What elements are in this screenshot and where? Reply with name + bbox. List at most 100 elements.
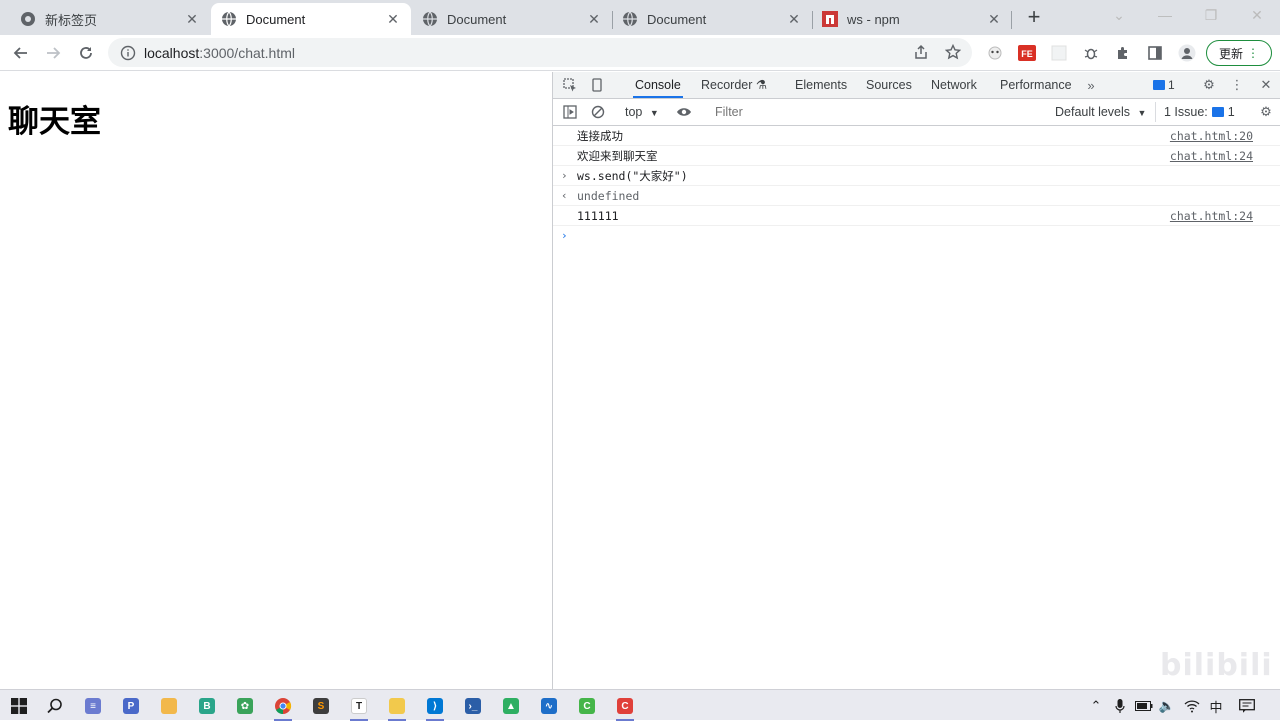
- dropdown-triangle-icon: ▼: [649, 108, 659, 118]
- console-row: ‹ undefined: [553, 186, 1280, 206]
- more-vertical-icon: ⋮: [1247, 46, 1259, 60]
- tab-network[interactable]: Network: [929, 72, 979, 98]
- issue-icon: [1211, 107, 1224, 117]
- close-icon[interactable]: ✕: [184, 11, 200, 27]
- windows-start-icon[interactable]: [6, 693, 32, 719]
- bookmark-star-icon[interactable]: [944, 43, 963, 62]
- volume-icon[interactable]: 🔈: [1158, 695, 1176, 717]
- wifi-icon[interactable]: [1182, 695, 1202, 717]
- app-folder-icon[interactable]: [156, 693, 182, 719]
- browser-tab-document[interactable]: Document ✕: [412, 3, 612, 35]
- back-arrow-icon[interactable]: [9, 41, 33, 65]
- taskview-icon[interactable]: ≡: [80, 693, 106, 719]
- search-icon[interactable]: [42, 693, 68, 719]
- log-levels-dropdown[interactable]: Default levels ▼: [1055, 103, 1146, 121]
- tab-console[interactable]: Console: [633, 72, 683, 98]
- update-label: 更新: [1218, 46, 1243, 61]
- source-link[interactable]: chat.html:24: [1170, 206, 1253, 226]
- update-button[interactable]: 更新 ⋮: [1206, 40, 1272, 66]
- more-tabs-chevron-icon[interactable]: »: [1082, 76, 1100, 94]
- powershell-icon[interactable]: ›_: [460, 693, 486, 719]
- close-icon[interactable]: ✕: [786, 11, 802, 27]
- issues-button[interactable]: 1 Issue: 1: [1155, 102, 1235, 122]
- browser-tab-newtab[interactable]: 新标签页 ✕: [10, 3, 210, 35]
- battery-icon[interactable]: [1134, 695, 1154, 717]
- tab-title: Document: [647, 11, 707, 27]
- console-filter-input[interactable]: [707, 102, 1045, 122]
- window-close-icon[interactable]: ✕: [1234, 0, 1280, 30]
- app-book-icon[interactable]: B: [194, 693, 220, 719]
- close-icon[interactable]: ✕: [586, 11, 602, 27]
- source-link[interactable]: chat.html:20: [1170, 126, 1253, 146]
- close-icon[interactable]: ✕: [986, 11, 1002, 27]
- browser-tab-document[interactable]: Document ✕: [612, 3, 812, 35]
- tab-title: 新标签页: [45, 12, 98, 28]
- windows-taskbar: ≡ P B ✿ S T ⟩ ›_ ▲ ∿ C C ⌃ 🔈 中: [0, 689, 1280, 721]
- minimize-icon[interactable]: —: [1142, 0, 1188, 30]
- info-icon[interactable]: [120, 45, 136, 61]
- file-explorer-icon[interactable]: [384, 693, 410, 721]
- extension-panda-icon[interactable]: [983, 41, 1007, 65]
- tab-search-chevron-icon[interactable]: ⌄: [1096, 0, 1142, 30]
- messages-badge[interactable]: 1: [1153, 76, 1175, 94]
- extension-fe-icon[interactable]: FE: [1015, 41, 1039, 65]
- chrome-taskbar-icon[interactable]: [270, 693, 296, 721]
- window-controls: ⌄ — ❐ ✕: [1096, 0, 1280, 30]
- microphone-icon[interactable]: [1112, 695, 1128, 717]
- tab-performance[interactable]: Performance: [998, 72, 1074, 98]
- new-tab-plus-icon[interactable]: +: [1023, 6, 1045, 29]
- devtools-close-icon[interactable]: ✕: [1257, 76, 1275, 94]
- vscode-icon[interactable]: ⟩: [422, 693, 448, 721]
- extension-blank-icon[interactable]: [1047, 41, 1071, 65]
- source-link[interactable]: chat.html:24: [1170, 146, 1253, 166]
- restore-icon[interactable]: ❐: [1188, 0, 1234, 30]
- browser-tab-document-active[interactable]: Document ✕: [211, 3, 411, 35]
- url-path: :3000/chat.html: [199, 44, 295, 61]
- app-green-c-icon[interactable]: C: [574, 693, 600, 719]
- typora-icon[interactable]: T: [346, 693, 372, 721]
- message-count: 1: [1168, 78, 1175, 92]
- app-p-icon[interactable]: P: [118, 693, 144, 719]
- forward-arrow-icon[interactable]: [41, 41, 65, 65]
- tab-elements[interactable]: Elements: [793, 72, 849, 98]
- clear-console-icon[interactable]: [589, 103, 607, 121]
- tab-sources[interactable]: Sources: [864, 72, 914, 98]
- context-select[interactable]: top ▼: [625, 103, 659, 121]
- ime-indicator[interactable]: 中: [1206, 695, 1226, 717]
- sidebar-toggle-icon[interactable]: [561, 103, 579, 121]
- extension-bug-icon[interactable]: [1079, 41, 1103, 65]
- console-prompt[interactable]: ›: [553, 226, 1280, 246]
- result-arrow-icon: ‹: [561, 189, 568, 202]
- app-triangle-icon[interactable]: ▲: [498, 693, 524, 719]
- live-expression-eye-icon[interactable]: [675, 103, 693, 121]
- tab-recorder[interactable]: Recorder ⚗: [699, 72, 769, 98]
- settings-gear-icon[interactable]: ⚙: [1200, 76, 1218, 94]
- console-input: ws.send("大家好"): [577, 169, 688, 183]
- profile-avatar-icon[interactable]: [1175, 41, 1199, 65]
- address-bar[interactable]: localhost:3000/chat.html: [108, 38, 972, 67]
- reload-icon[interactable]: [74, 41, 98, 65]
- sublime-text-icon[interactable]: S: [308, 693, 334, 719]
- side-panel-icon[interactable]: [1143, 41, 1167, 65]
- globe-icon: [622, 11, 638, 27]
- console-message: 欢迎来到聊天室: [577, 149, 658, 163]
- app-red-c-icon[interactable]: C: [612, 693, 638, 721]
- more-vertical-icon[interactable]: ⋮: [1228, 76, 1246, 94]
- app-gear-icon[interactable]: ✿: [232, 693, 258, 719]
- issues-count: 1: [1227, 105, 1235, 119]
- browser-toolbar: localhost:3000/chat.html FE 更新 ⋮: [0, 35, 1280, 71]
- console-row: 111111 chat.html:24: [553, 206, 1280, 226]
- app-chart-icon[interactable]: ∿: [536, 693, 562, 719]
- close-icon[interactable]: ✕: [385, 11, 401, 27]
- device-toolbar-icon[interactable]: [588, 76, 606, 94]
- console-settings-gear-icon[interactable]: ⚙: [1257, 103, 1275, 121]
- inspect-element-icon[interactable]: [561, 76, 579, 94]
- globe-icon: [422, 11, 438, 27]
- tab-strip: 新标签页 ✕ Document ✕ Document ✕ Document ✕ …: [0, 0, 1280, 35]
- input-chevron-icon: ›: [561, 169, 568, 182]
- extensions-puzzle-icon[interactable]: [1111, 41, 1135, 65]
- browser-tab-npm[interactable]: ws - npm ✕: [812, 3, 1012, 35]
- notification-center-icon[interactable]: [1236, 695, 1258, 717]
- share-icon[interactable]: [913, 44, 931, 62]
- tray-chevron-up-icon[interactable]: ⌃: [1088, 695, 1104, 717]
